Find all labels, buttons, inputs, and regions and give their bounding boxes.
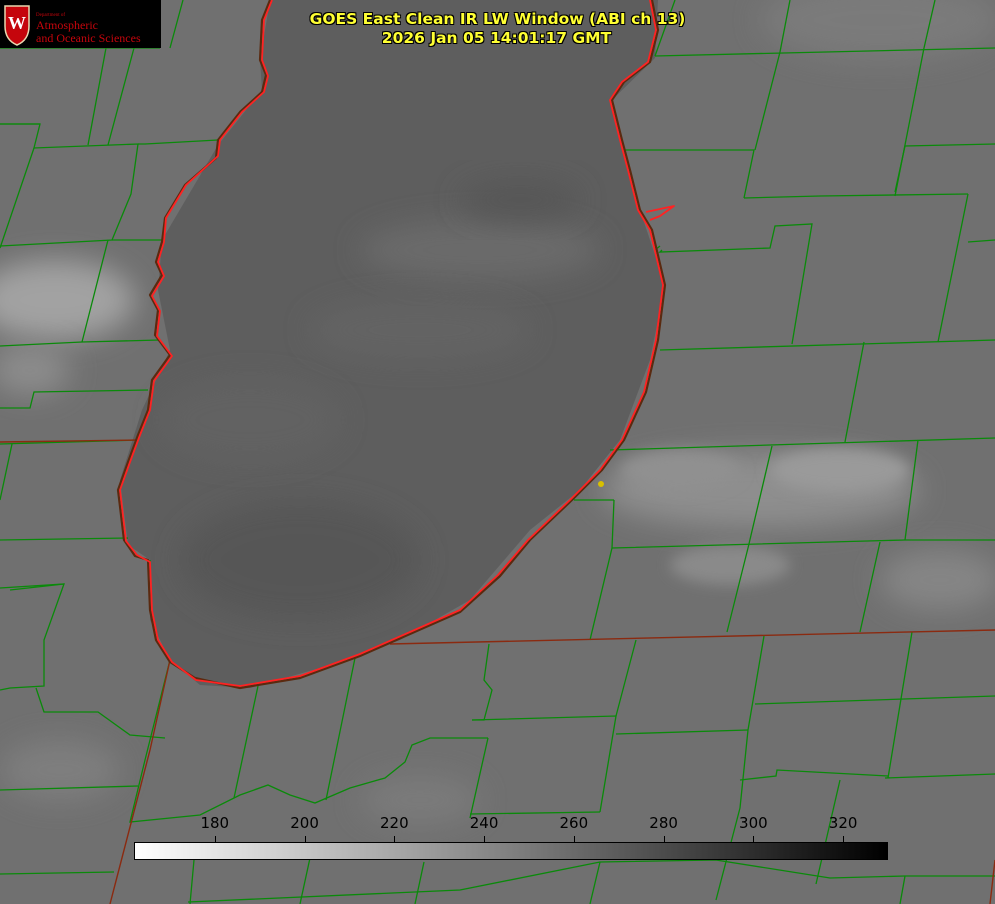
colorbar-tick-mark [573,836,575,842]
colorbar-tick-label: 280 [649,814,678,832]
colorbar-tick-label: 200 [290,814,319,832]
colorbar-tick-label: 300 [739,814,768,832]
colorbar-tick-mark [663,836,665,842]
colorbar-tick-label: 240 [469,814,499,832]
colorbar-tick-mark [753,836,755,842]
satellite-map [0,0,995,904]
title-product: GOES East Clean IR LW Window (ABI ch 13) [309,10,686,28]
image-title: GOES East Clean IR LW Window (ABI ch 13)… [0,10,995,48]
colorbar-tick-mark [394,836,396,842]
station-marker [598,481,604,487]
colorbar-tick-mark [214,836,216,842]
title-timestamp: 2026 Jan 05 14:01:17 GMT [381,29,612,47]
colorbar-tick-label: 320 [828,814,858,832]
colorbar-tick-label: 260 [559,814,589,832]
colorbar [134,842,888,860]
colorbar-tick-mark [304,836,306,842]
colorbar-tick-mark [484,836,486,842]
colorbar-tick-label: 180 [200,814,230,832]
colorbar-tick-mark [843,836,845,842]
colorbar-tick-label: 220 [379,814,409,832]
